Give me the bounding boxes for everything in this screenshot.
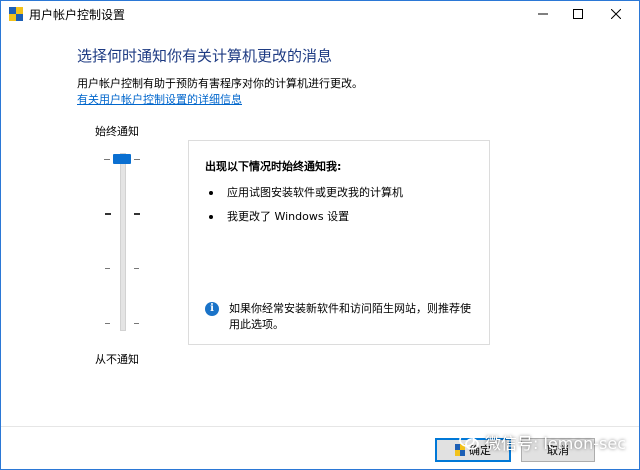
uac-shield-icon	[455, 444, 465, 456]
slider-tick-level-1-left	[105, 323, 110, 324]
maximize-icon	[573, 9, 583, 19]
level-description-title: 出现以下情况时始终通知我:	[205, 160, 342, 173]
list-item-text: 应用试图安装软件或更改我的计算机	[227, 186, 403, 199]
slider-tick-level-3-right	[134, 213, 140, 215]
slider-tick-level-3-left	[105, 213, 111, 215]
list-item: 我更改了 Windows 设置	[209, 208, 349, 224]
window-title: 用户帐户控制设置	[29, 8, 126, 22]
uac-settings-window: 用户帐户控制设置 选择何时通知你有关计算机更改的消息 用户帐户控制有助于预防有害…	[0, 0, 640, 470]
slider-label-always-notify: 始终通知	[95, 125, 139, 138]
list-item: 应用试图安装软件或更改我的计算机	[209, 184, 403, 200]
notification-level-slider-track[interactable]	[120, 153, 126, 331]
slider-tick-level-1-right	[134, 323, 139, 324]
info-icon: i	[205, 302, 219, 316]
cancel-button-label: 取消	[547, 444, 569, 457]
slider-tick-level-2-right	[134, 268, 139, 269]
page-heading: 选择何时通知你有关计算机更改的消息	[77, 47, 333, 65]
slider-label-never-notify: 从不通知	[95, 353, 139, 366]
uac-shield-icon	[9, 7, 23, 21]
cancel-button[interactable]: 取消	[521, 438, 595, 462]
close-button[interactable]	[593, 1, 639, 27]
slider-tick-level-4-left	[104, 159, 110, 160]
slider-tick-level-4-right	[134, 159, 140, 160]
notification-level-slider-thumb[interactable]	[113, 154, 131, 164]
ok-button[interactable]: 确定	[435, 438, 511, 462]
close-icon	[611, 9, 621, 19]
footer-divider	[1, 426, 639, 427]
more-info-link[interactable]: 有关用户帐户控制设置的详细信息	[77, 91, 242, 107]
list-item-text: 我更改了 Windows 设置	[227, 210, 350, 223]
minimize-icon	[538, 13, 548, 15]
bullet-icon	[209, 191, 213, 195]
title-bar: 用户帐户控制设置	[1, 1, 639, 27]
recommendation-note: 如果你经常安装新软件和访问陌生网站，则推荐使用此选项。	[229, 302, 471, 331]
slider-tick-level-2-left	[105, 268, 110, 269]
level-description-panel: 出现以下情况时始终通知我: 应用试图安装软件或更改我的计算机 我更改了 Wind…	[188, 140, 490, 345]
ok-button-label: 确定	[469, 444, 491, 457]
bullet-icon	[209, 215, 213, 219]
description-text: 用户帐户控制有助于预防有害程序对你的计算机进行更改。	[77, 77, 363, 90]
